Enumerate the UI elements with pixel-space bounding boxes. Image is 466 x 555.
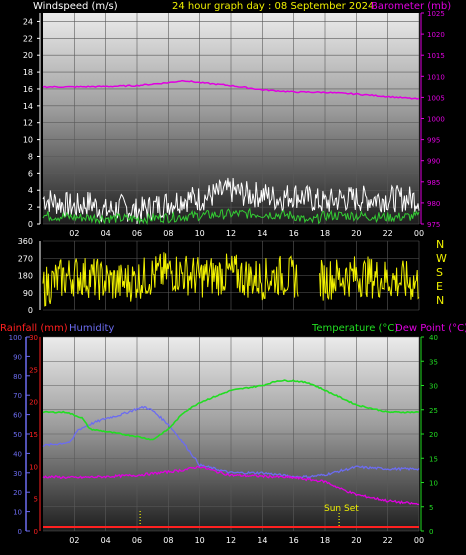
rainfall-tick-label: 5	[34, 496, 38, 504]
barometer-tick-label: 1005	[427, 94, 445, 102]
x-tick-label: 04	[101, 536, 111, 545]
humidity-tick-label: 40	[13, 450, 22, 458]
sunset-label: Sun Set	[324, 504, 359, 514]
rainfall-tick-label: 10	[29, 463, 38, 471]
windspeed-tick-label: 4	[28, 186, 33, 195]
x-tick-label: 08	[163, 229, 173, 238]
dew-point-axis-label: Dew Point (°C)	[395, 323, 466, 334]
barometer-tick-label: 1020	[427, 31, 445, 39]
x-tick-label: 08	[163, 536, 173, 545]
direction-label: W	[436, 252, 447, 265]
x-tick-label: 20	[351, 536, 361, 545]
temperature-tick-label: 30	[429, 383, 438, 391]
x-tick-label: 04	[101, 229, 111, 238]
windspeed-tick-label: 22	[23, 34, 33, 43]
direction-tick-label: 360	[18, 237, 33, 246]
windspeed-tick-label: 8	[28, 152, 33, 161]
x-tick-label: 10	[195, 229, 205, 238]
x-tick-label: 18	[320, 229, 330, 238]
x-tick-label: 12	[226, 229, 236, 238]
x-tick-label: 14	[257, 229, 267, 238]
direction-label: E	[436, 280, 443, 293]
barometer-tick-label: 990	[427, 158, 440, 166]
temperature-tick-label: 0	[429, 528, 433, 536]
x-tick-label: 02	[69, 536, 79, 545]
direction-label: S	[436, 266, 443, 279]
direction-label: N	[436, 238, 444, 251]
barometer-tick-label: 980	[427, 200, 440, 208]
temperature-tick-label: 5	[429, 504, 433, 512]
humidity-tick-label: 50	[13, 431, 22, 439]
x-tick-label: 14	[257, 536, 267, 545]
rainfall-axis-label: Rainfall (mm)	[0, 323, 68, 334]
chart-title: 24 hour graph day : 08 September 2024	[172, 1, 374, 12]
barometer-tick-label: 985	[427, 179, 440, 187]
temperature-tick-label: 20	[429, 431, 438, 439]
humidity-tick-label: 10	[13, 509, 22, 517]
windspeed-tick-label: 0	[28, 220, 33, 229]
humidity-axis-label: Humidity	[69, 323, 114, 334]
barometer-tick-label: 1010	[427, 73, 445, 81]
temperature-tick-label: 10	[429, 480, 438, 488]
x-tick-label: 10	[195, 536, 205, 545]
x-tick-label: 02	[69, 229, 79, 238]
barometer-tick-label: 1015	[427, 52, 445, 60]
humidity-tick-label: 100	[9, 334, 22, 342]
windspeed-tick-label: 18	[23, 68, 33, 77]
x-tick-label: 00	[414, 536, 424, 545]
x-tick-label: 06	[132, 229, 142, 238]
windspeed-tick-label: 20	[23, 51, 33, 60]
rainfall-tick-label: 0	[34, 528, 38, 536]
x-tick-label: 16	[289, 536, 299, 545]
windspeed-axis-label: Windspeed (m/s)	[33, 1, 118, 12]
x-tick-label: 16	[289, 229, 299, 238]
direction-tick-label: 90	[23, 289, 33, 298]
humidity-tick-label: 70	[13, 392, 22, 400]
humidity-tick-label: 60	[13, 412, 22, 420]
barometer-tick-label: 995	[427, 137, 440, 145]
windspeed-tick-label: 6	[28, 169, 33, 178]
x-tick-label: 22	[383, 536, 393, 545]
humidity-tick-label: 20	[13, 489, 22, 497]
barometer-tick-label: 975	[427, 221, 440, 229]
direction-label: N	[436, 294, 444, 307]
barometer-axis-label: Barometer (mb)	[371, 1, 451, 12]
temperature-tick-label: 40	[429, 334, 438, 342]
x-tick-label: 20	[351, 229, 361, 238]
windspeed-tick-label: 2	[28, 203, 33, 212]
temperature-tick-label: 15	[429, 455, 438, 463]
windspeed-tick-label: 12	[23, 119, 33, 128]
rainfall-tick-label: 20	[29, 399, 38, 407]
humidity-tick-label: 0	[18, 528, 22, 536]
windspeed-tick-label: 10	[23, 136, 33, 145]
x-tick-label: 18	[320, 536, 330, 545]
windspeed-tick-label: 24	[23, 17, 33, 26]
barometer-tick-label: 1000	[427, 116, 445, 124]
x-tick-label: 06	[132, 536, 142, 545]
rainfall-tick-label: 15	[29, 431, 38, 439]
humidity-tick-label: 90	[13, 353, 22, 361]
x-tick-label: 00	[414, 229, 424, 238]
x-tick-label: 22	[383, 229, 393, 238]
weather-chart: 0246810121416182022249759809859909951000…	[0, 0, 466, 555]
rainfall-tick-label: 30	[29, 334, 38, 342]
x-tick-label: 12	[226, 536, 236, 545]
windspeed-tick-label: 16	[23, 85, 33, 94]
direction-tick-label: 180	[18, 272, 33, 281]
rainfall-tick-label: 25	[29, 366, 38, 374]
temperature-tick-label: 25	[429, 407, 438, 415]
direction-tick-label: 0	[28, 306, 33, 315]
temperature-axis-label: Temperature (°C)	[311, 323, 398, 334]
windspeed-tick-label: 14	[23, 102, 33, 111]
humidity-tick-label: 80	[13, 373, 22, 381]
direction-tick-label: 270	[18, 254, 33, 263]
temperature-tick-label: 35	[429, 358, 438, 366]
humidity-tick-label: 30	[13, 470, 22, 478]
